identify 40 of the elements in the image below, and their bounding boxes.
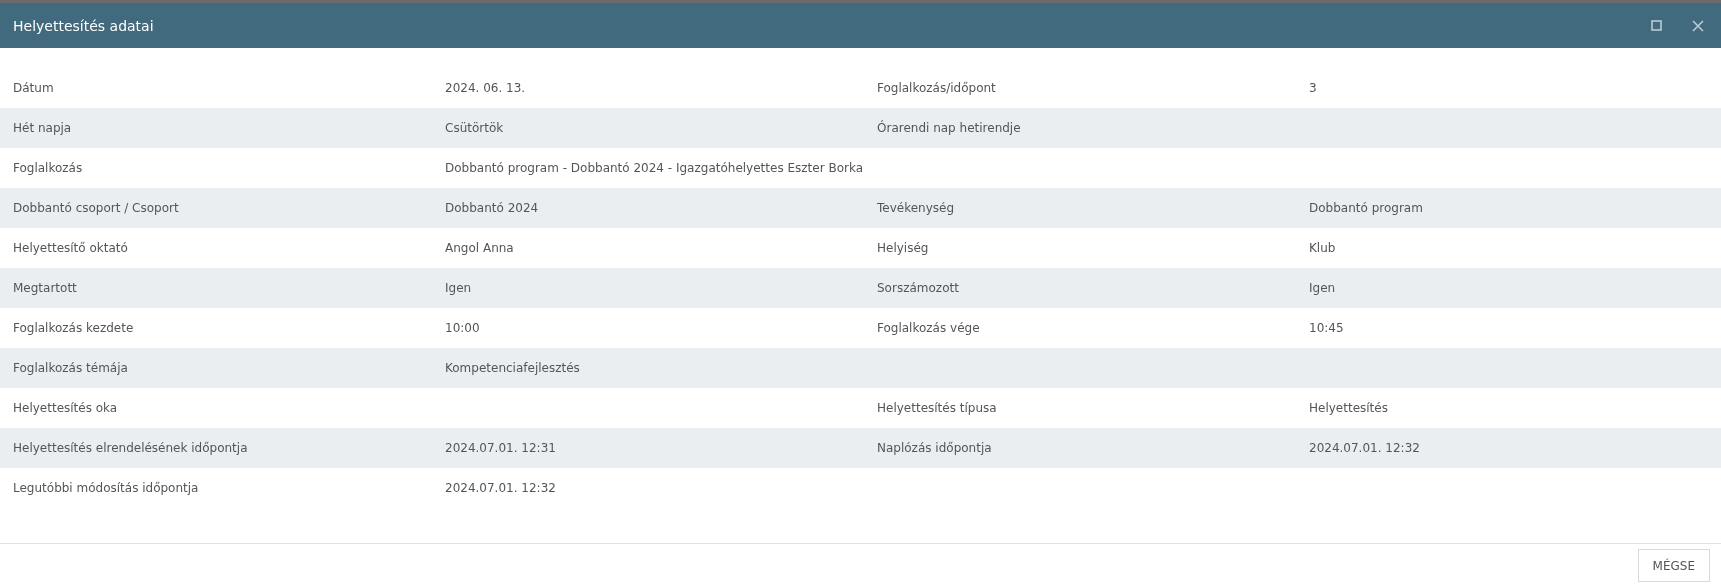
field-label: Helyettesítés elrendelésének időpontja — [13, 441, 248, 455]
field-label: Foglalkozás — [13, 161, 83, 175]
field-label: Sorszámozott — [877, 281, 959, 295]
maximize-icon[interactable] — [1651, 20, 1662, 31]
field-label: Foglalkozás témája — [13, 361, 128, 375]
field-label: Dobbantó csoport / Csoport — [13, 201, 179, 215]
field-value: 2024.07.01. 12:32 — [445, 481, 556, 495]
field-value: Angol Anna — [445, 241, 514, 255]
field-value: 3 — [1309, 81, 1317, 95]
field-label: Megtartott — [13, 281, 77, 295]
close-icon[interactable] — [1692, 19, 1704, 32]
field-label: Foglalkozás vége — [877, 321, 980, 335]
field-value: 2024.07.01. 12:31 — [445, 441, 556, 455]
field-label: Tevékenység — [877, 201, 955, 215]
field-label: Foglalkozás kezdete — [13, 321, 134, 335]
cancel-button[interactable]: MÉGSE — [1637, 549, 1710, 582]
window-title: Helyettesítés adatai — [13, 17, 154, 34]
field-label: Helyettesítés oka — [13, 401, 118, 415]
field-label: Foglalkozás/időpont — [877, 81, 996, 95]
field-label: Hét napja — [13, 121, 72, 135]
field-label: Legutóbbi módosítás időpontja — [13, 481, 199, 495]
field-label: Naplózás időpontja — [877, 441, 992, 455]
field-label: Helyiség — [877, 241, 929, 255]
field-value: Igen — [445, 281, 472, 295]
field-value: 10:45 — [1309, 321, 1344, 335]
field-label: Dátum — [13, 81, 54, 95]
field-value: Csütörtök — [445, 121, 504, 135]
field-value: Dobbantó program - Dobbantó 2024 - Igazgatóhelyettes Eszter Borka — [445, 161, 863, 175]
field-label: Órarendi nap hetirendje — [877, 121, 1021, 135]
field-value: Dobbantó 2024 — [445, 201, 539, 215]
field-label: Helyettesítő oktató — [13, 241, 128, 255]
field-value: Helyettesítés — [1309, 401, 1388, 415]
field-value: 2024. 06. 13. — [445, 81, 526, 95]
field-value: Igen — [1309, 281, 1336, 295]
field-value: 10:00 — [445, 321, 480, 335]
field-value: Dobbantó program — [1309, 201, 1423, 215]
field-value: 2024.07.01. 12:32 — [1309, 441, 1420, 455]
field-value: Klub — [1309, 241, 1336, 255]
field-label: Helyettesítés típusa — [877, 401, 997, 415]
field-value: Kompetenciafejlesztés — [445, 361, 580, 375]
